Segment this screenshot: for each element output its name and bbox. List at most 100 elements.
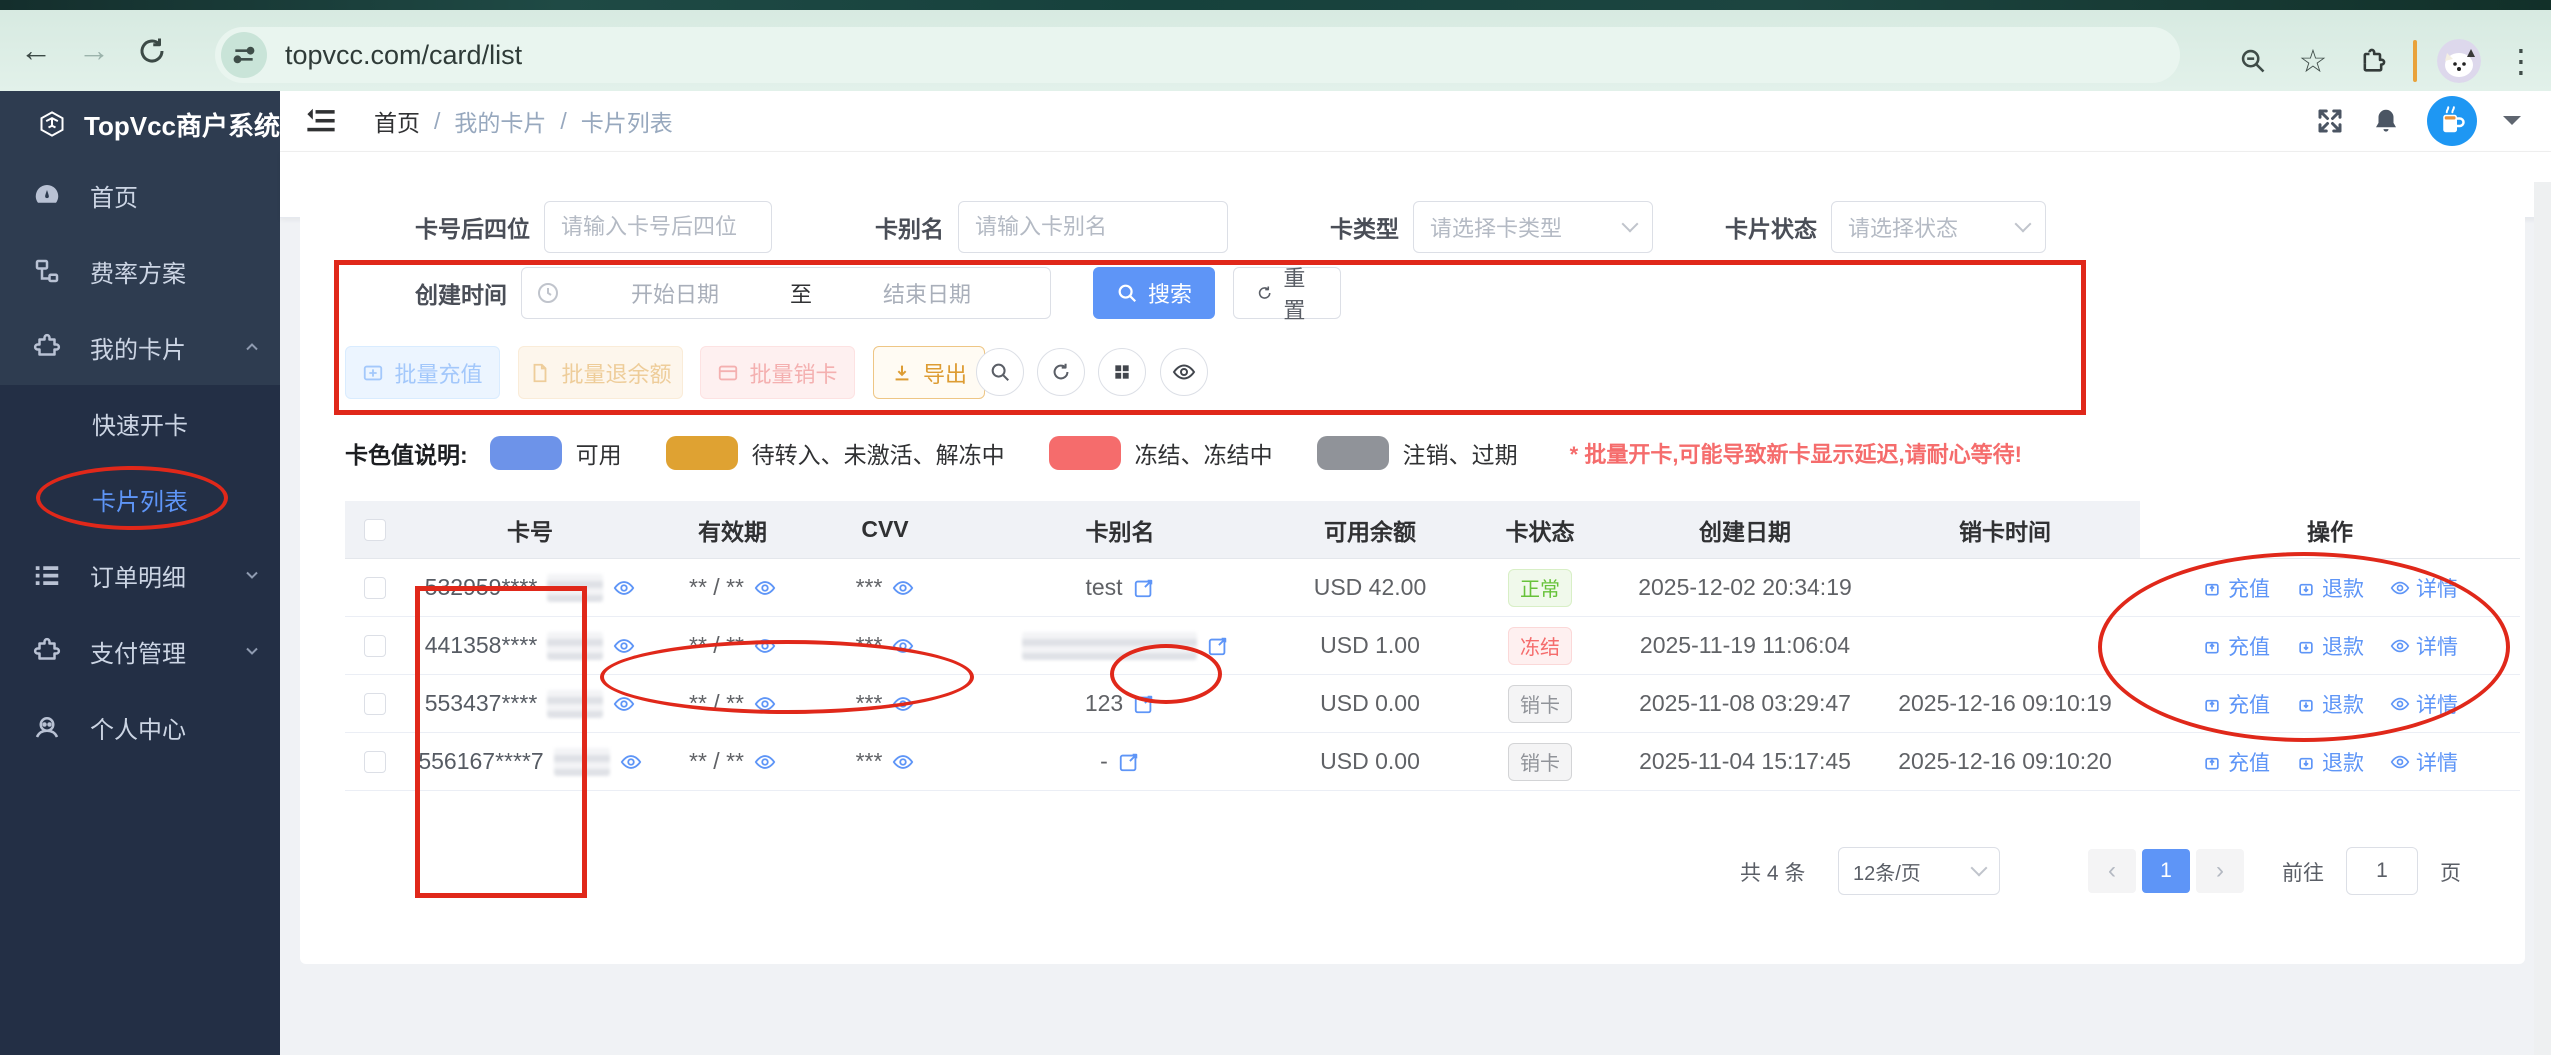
- sidebar: TopVcc商户系统 首页 费率方案 我的卡片 快速开卡 卡片列表 订单明细 支…: [0, 91, 280, 1055]
- row-checkbox[interactable]: [364, 750, 386, 773]
- reveal-card-eye-icon[interactable]: [613, 693, 635, 715]
- bookmark-star-icon[interactable]: ☆: [2291, 39, 2335, 83]
- edit-alias-icon[interactable]: [1133, 577, 1155, 599]
- edit-alias-icon[interactable]: [1207, 635, 1229, 657]
- breadcrumb-home[interactable]: 首页: [374, 104, 420, 138]
- sidebar-item-home[interactable]: 首页: [0, 157, 280, 233]
- refund-link[interactable]: 退款: [2296, 631, 2364, 661]
- reveal-expiry-eye-icon[interactable]: [754, 577, 776, 599]
- batch-refund-button[interactable]: 批量退余额: [518, 346, 683, 399]
- reveal-cvv-eye-icon[interactable]: [892, 751, 914, 773]
- column-settings-icon[interactable]: [1098, 348, 1146, 396]
- puzzle-icon: [33, 333, 61, 356]
- reveal-cvv-eye-icon[interactable]: [892, 635, 914, 657]
- page-scrollbar[interactable]: [2534, 182, 2551, 1055]
- detail-link[interactable]: 详情: [2390, 747, 2458, 777]
- search-button[interactable]: 搜索: [1093, 267, 1215, 319]
- refund-link[interactable]: 退款: [2296, 689, 2364, 719]
- card-color-legend: 卡色值说明: 可用 待转入、未激活、解冻中 冻结、冻结中 注销、过期 * 批量开…: [345, 433, 2022, 473]
- breadcrumb-separator: /: [434, 107, 441, 134]
- batch-cancel-card-button[interactable]: 批量销卡: [700, 346, 855, 399]
- recharge-link[interactable]: 充值: [2202, 747, 2270, 777]
- browser-menu-icon[interactable]: ⋮: [2499, 39, 2543, 83]
- card-alias-input[interactable]: [958, 201, 1228, 253]
- created-date: 2025-12-02 20:34:19: [1638, 574, 1852, 600]
- back-icon[interactable]: ←: [14, 29, 58, 73]
- recharge-link[interactable]: 充值: [2202, 631, 2270, 661]
- select-all-checkbox[interactable]: [364, 518, 386, 541]
- visibility-toggle-icon[interactable]: [1160, 348, 1208, 396]
- table-row: 532959**** ** / ** *** test USD 42.00 正常…: [345, 559, 2520, 617]
- current-page-button[interactable]: 1: [2142, 849, 2190, 893]
- card-type-select[interactable]: 请选择卡类型: [1413, 201, 1653, 253]
- browser-profile-avatar[interactable]: [2437, 38, 2481, 83]
- row-checkbox[interactable]: [364, 576, 386, 599]
- reveal-card-eye-icon[interactable]: [613, 577, 635, 599]
- legend-label: 待转入、未激活、解冻中: [751, 442, 1005, 468]
- reveal-card-eye-icon[interactable]: [620, 751, 642, 773]
- reload-icon[interactable]: [130, 29, 174, 73]
- detail-link[interactable]: 详情: [2390, 631, 2458, 661]
- goto-page-input[interactable]: [2346, 847, 2418, 895]
- table-refresh-icon[interactable]: [1037, 348, 1085, 396]
- sidebar-collapse-icon[interactable]: [304, 106, 338, 136]
- status-badge: 正常: [1508, 568, 1572, 607]
- date-range-picker[interactable]: 开始日期 至 结束日期: [521, 267, 1051, 319]
- recharge-link[interactable]: 充值: [2202, 573, 2270, 603]
- reveal-expiry-eye-icon[interactable]: [754, 635, 776, 657]
- sidebar-item-card-list[interactable]: 卡片列表: [0, 461, 280, 537]
- edit-alias-icon[interactable]: [1133, 693, 1155, 715]
- row-checkbox[interactable]: [364, 634, 386, 657]
- fullscreen-icon[interactable]: [2315, 106, 2345, 136]
- end-date-placeholder[interactable]: 结束日期: [818, 277, 1036, 309]
- goto-label: 前往: [2282, 862, 2324, 885]
- card-alias: 123: [1084, 690, 1124, 716]
- refund-link[interactable]: 退款: [2296, 573, 2364, 603]
- refund-link[interactable]: 退款: [2296, 747, 2364, 777]
- sidebar-item-payment-management[interactable]: 支付管理: [0, 613, 280, 689]
- rates-icon: [35, 259, 59, 283]
- sidebar-item-my-cards[interactable]: 我的卡片: [0, 309, 280, 385]
- start-date-placeholder[interactable]: 开始日期: [566, 277, 784, 309]
- edit-alias-icon[interactable]: [1118, 751, 1140, 773]
- search-button-label: 搜索: [1148, 282, 1193, 307]
- url-text[interactable]: topvcc.com/card/list: [285, 40, 522, 71]
- detail-link[interactable]: 详情: [2390, 573, 2458, 603]
- notification-bell-icon[interactable]: [2371, 106, 2401, 136]
- batch-recharge-button[interactable]: 批量充值: [345, 346, 500, 399]
- sidebar-item-order-details[interactable]: 订单明细: [0, 537, 280, 613]
- user-avatar[interactable]: [2427, 96, 2477, 146]
- card-number: 441358****: [424, 632, 538, 658]
- user-menu-caret-icon[interactable]: [2503, 116, 2521, 134]
- sidebar-item-quick-open-card[interactable]: 快速开卡: [0, 385, 280, 461]
- reveal-cvv-eye-icon[interactable]: [892, 577, 914, 599]
- sidebar-item-profile-center[interactable]: 个人中心: [0, 689, 280, 765]
- reveal-expiry-eye-icon[interactable]: [754, 751, 776, 773]
- user-icon: [35, 717, 59, 738]
- table-search-icon[interactable]: [976, 348, 1024, 396]
- sidebar-item-label: 费率方案: [90, 260, 186, 288]
- export-button[interactable]: 导出: [873, 346, 985, 399]
- breadcrumb-card-list: 卡片列表: [580, 110, 673, 136]
- recharge-link[interactable]: 充值: [2202, 689, 2270, 719]
- reveal-cvv-eye-icon[interactable]: [892, 693, 914, 715]
- sidebar-item-label: 卡片列表: [92, 488, 188, 516]
- reveal-expiry-eye-icon[interactable]: [754, 693, 776, 715]
- detail-link[interactable]: 详情: [2390, 689, 2458, 719]
- reset-button[interactable]: 重置: [1233, 266, 1341, 323]
- page-size-select[interactable]: 12条/页: [1838, 847, 2000, 895]
- detail-label: 详情: [2416, 751, 2458, 775]
- url-bar[interactable]: topvcc.com/card/list: [215, 27, 2180, 83]
- next-page-button[interactable]: ›: [2196, 849, 2244, 893]
- card-last4-input[interactable]: [544, 201, 772, 253]
- sidebar-item-rates[interactable]: 费率方案: [0, 233, 280, 309]
- prev-page-button[interactable]: ‹: [2088, 849, 2136, 893]
- site-settings-icon[interactable]: [221, 32, 267, 78]
- reveal-card-eye-icon[interactable]: [613, 635, 635, 657]
- batch-cancel-label: 批量销卡: [749, 361, 838, 387]
- zoom-icon[interactable]: [2231, 39, 2275, 83]
- card-status-select[interactable]: 请选择状态: [1831, 201, 2046, 253]
- row-checkbox[interactable]: [364, 692, 386, 715]
- forward-icon[interactable]: →: [72, 29, 116, 73]
- extensions-icon[interactable]: [2351, 39, 2395, 83]
